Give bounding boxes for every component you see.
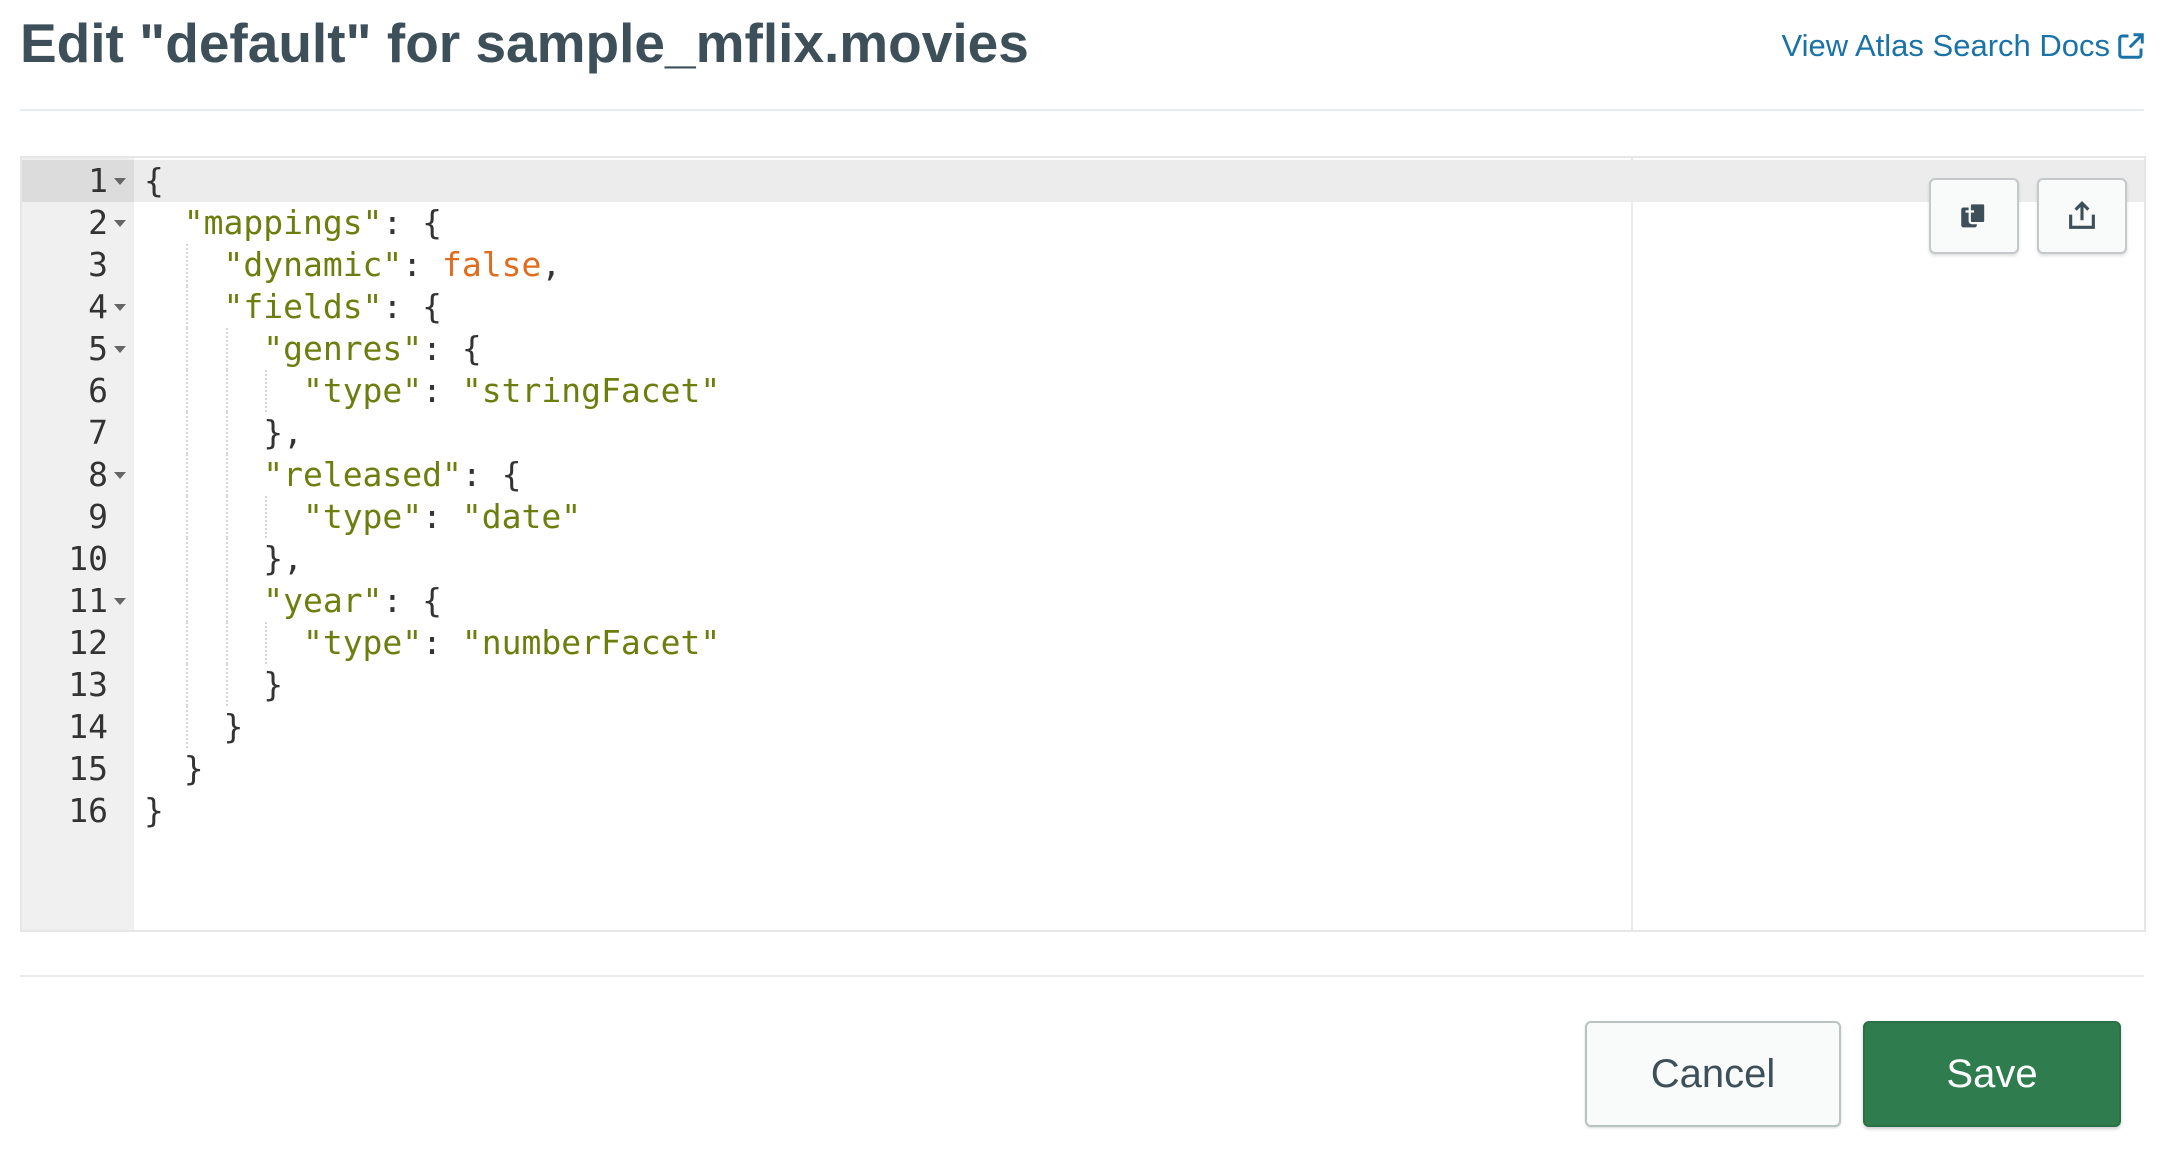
cancel-button[interactable]: Cancel	[1585, 1021, 1841, 1127]
json-punctuation-token: }	[144, 665, 284, 704]
copy-button[interactable]	[1929, 178, 2019, 254]
line-number: 6	[88, 371, 108, 410]
line-number: 8	[88, 455, 108, 494]
json-punctuation-token	[144, 455, 263, 494]
json-editor[interactable]: 1 2 3 4 5 6 7 8 9 10 11 12 13 14 15 16 { "mappings": { …	[20, 156, 2146, 932]
code-line[interactable]: "year": {	[144, 580, 442, 622]
json-string-token: "released"	[263, 455, 462, 494]
json-punctuation-token: : {	[382, 581, 443, 620]
json-punctuation-token	[144, 245, 223, 284]
docs-link-label: View Atlas Search Docs	[1781, 28, 2110, 63]
json-punctuation-token: : {	[461, 455, 522, 494]
line-number: 11	[68, 581, 108, 620]
json-punctuation-token: }	[144, 749, 204, 788]
code-line[interactable]: "released": {	[144, 454, 522, 496]
json-punctuation-token	[144, 623, 303, 662]
fold-toggle-icon[interactable]	[114, 220, 126, 227]
fold-toggle-icon[interactable]	[114, 178, 126, 185]
code-line[interactable]: "fields": {	[144, 286, 442, 328]
json-punctuation-token	[144, 203, 184, 242]
json-punctuation-token: : {	[422, 329, 482, 368]
copy-icon	[1961, 202, 1987, 228]
json-punctuation-token: :	[402, 245, 443, 284]
atlas-search-docs-link[interactable]: View Atlas Search Docs	[1781, 28, 2146, 64]
print-margin	[1631, 158, 1633, 930]
json-string-token: "stringFacet"	[461, 371, 721, 410]
json-punctuation-token: : {	[382, 287, 443, 326]
code-line[interactable]: },	[144, 412, 303, 454]
json-string-token: "dynamic"	[223, 245, 403, 284]
line-number: 1	[88, 161, 108, 200]
line-number: 16	[68, 791, 108, 830]
json-punctuation-token: :	[422, 371, 462, 410]
fold-toggle-icon[interactable]	[114, 304, 126, 311]
code-line[interactable]: }	[144, 748, 204, 790]
json-punctuation-token: },	[144, 539, 303, 578]
header-divider	[20, 109, 2144, 111]
fold-toggle-icon[interactable]	[114, 346, 126, 353]
json-punctuation-token	[144, 371, 303, 410]
line-number: 4	[88, 287, 108, 326]
active-line-highlight	[22, 160, 2144, 202]
page-title: Edit "default" for sample_mflix.movies	[20, 12, 1029, 74]
json-punctuation-token	[144, 581, 263, 620]
code-line[interactable]: "type": "stringFacet"	[144, 370, 720, 412]
json-punctuation-token: ,	[541, 245, 562, 284]
json-string-token: "mappings"	[183, 203, 383, 242]
json-punctuation-token: {	[144, 161, 164, 200]
json-string-token: "type"	[302, 623, 423, 662]
code-line[interactable]: "dynamic": false,	[144, 244, 561, 286]
json-string-token: "type"	[302, 371, 423, 410]
json-punctuation-token: }	[144, 707, 244, 746]
json-punctuation-token	[144, 497, 303, 536]
code-line[interactable]: }	[144, 706, 243, 748]
line-number: 15	[68, 749, 108, 788]
code-line[interactable]: }	[144, 664, 283, 706]
code-line[interactable]: "type": "numberFacet"	[144, 622, 720, 664]
code-line[interactable]: },	[144, 538, 303, 580]
fold-toggle-icon[interactable]	[114, 472, 126, 479]
json-string-token: "genres"	[263, 329, 423, 368]
external-link-icon	[2118, 33, 2144, 59]
json-string-token: "fields"	[223, 287, 383, 326]
json-punctuation-token: :	[422, 623, 462, 662]
line-number: 14	[68, 707, 108, 746]
save-button[interactable]: Save	[1863, 1021, 2121, 1127]
code-line[interactable]: "genres": {	[144, 328, 482, 370]
json-punctuation-token: }	[144, 791, 164, 830]
json-punctuation-token: },	[144, 413, 303, 452]
code-line[interactable]: }	[144, 790, 164, 832]
code-line[interactable]: "mappings": {	[144, 202, 442, 244]
footer-divider	[20, 975, 2144, 977]
json-string-token: "year"	[263, 581, 383, 620]
share-export-icon	[2069, 201, 2095, 229]
line-number: 9	[88, 497, 108, 536]
line-number: 13	[68, 665, 108, 704]
fold-toggle-icon[interactable]	[114, 598, 126, 605]
json-keyword-token: false	[442, 245, 542, 284]
line-number: 7	[88, 413, 108, 452]
line-number: 2	[88, 203, 108, 242]
line-number: 10	[68, 539, 108, 578]
json-punctuation-token: :	[422, 497, 462, 536]
line-number: 5	[88, 329, 108, 368]
line-number: 12	[68, 623, 108, 662]
json-string-token: "numberFacet"	[461, 623, 721, 662]
json-string-token: "date"	[461, 497, 582, 536]
code-line[interactable]: {	[144, 160, 164, 202]
export-button[interactable]	[2037, 178, 2127, 254]
code-line[interactable]: "type": "date"	[144, 496, 581, 538]
json-punctuation-token	[144, 329, 263, 368]
line-number: 3	[88, 245, 108, 284]
json-punctuation-token: : {	[382, 203, 443, 242]
json-punctuation-token	[144, 287, 223, 326]
json-string-token: "type"	[302, 497, 423, 536]
